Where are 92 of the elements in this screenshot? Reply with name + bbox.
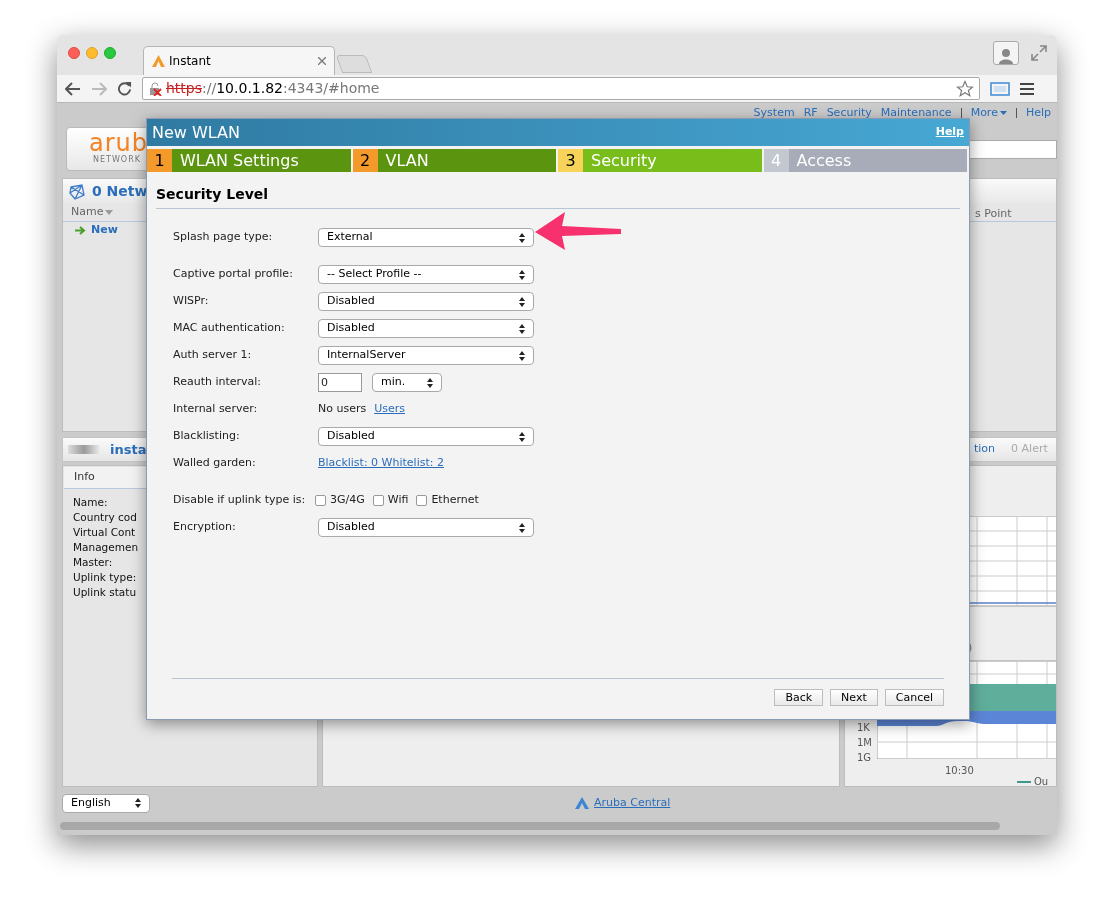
dropdown[interactable]: Disabled [318, 319, 534, 338]
alerts-count: 0 Alert [1011, 441, 1048, 458]
select-arrows-icon [519, 350, 525, 361]
forward-icon[interactable] [91, 81, 107, 96]
caret-icon [999, 111, 1007, 115]
minimize-window-icon[interactable] [86, 47, 98, 59]
menu-icon[interactable] [1020, 82, 1034, 95]
search-field[interactable] [967, 139, 1057, 159]
wizard-step[interactable]: 2 VLAN [352, 149, 556, 172]
language-dropdown[interactable]: English [62, 793, 150, 813]
url-separator: :// [202, 80, 217, 96]
close-tab-icon[interactable] [318, 57, 326, 65]
select-arrows-icon [519, 323, 525, 334]
arrow-right-icon [75, 226, 86, 235]
select-arrows-icon [427, 377, 433, 388]
logo-a-icon [152, 55, 165, 67]
field-label: Auth server 1: [173, 347, 253, 364]
wizard-step[interactable]: 3 Security [558, 149, 762, 172]
info-tab[interactable]: Info [74, 469, 95, 486]
axis-label: 1G [857, 751, 872, 765]
url-scheme: https [166, 80, 203, 96]
axis-label: 10:30 [945, 764, 974, 778]
dropdown[interactable]: Disabled [318, 292, 534, 311]
checkbox-label: Ethernet [431, 492, 479, 509]
select-arrows-icon [519, 522, 525, 533]
column-header[interactable]: s Point [975, 206, 1012, 223]
url-path: :4343/#home [283, 80, 380, 96]
field-label: Reauth interval: [173, 374, 263, 391]
browser-tab[interactable]: Instant [143, 46, 335, 75]
network-icon [68, 182, 86, 201]
sort-icon [105, 210, 114, 215]
section-title: Security Level [156, 186, 269, 202]
column-header[interactable]: Name [71, 204, 114, 221]
field-label: WISPr: [173, 293, 210, 310]
field-label: Disable if uplink type is: [173, 492, 307, 509]
dropdown[interactable]: InternalServer [318, 346, 534, 365]
network-link[interactable]: New [91, 222, 118, 239]
zoom-window-icon[interactable] [104, 47, 116, 59]
address-bar[interactable]: https://10.0.1.82:4343/#home [142, 77, 980, 100]
field-label: MAC authentication: [173, 320, 286, 337]
scrollbar-thumb[interactable] [60, 822, 1000, 830]
checkbox[interactable] [416, 495, 428, 506]
legend-label: Ou [1034, 775, 1049, 786]
cast-icon[interactable] [990, 80, 1010, 97]
legend-swatch [1017, 780, 1031, 783]
info-label: Uplink statu [73, 585, 137, 600]
axis-label: 1K [857, 721, 871, 735]
checkbox[interactable] [372, 495, 384, 506]
info-label: Country cod [73, 510, 137, 525]
select-arrows-icon [135, 798, 141, 808]
dropdown[interactable]: -- Select Profile -- [318, 265, 534, 284]
dialog-button[interactable]: Cancel [884, 689, 944, 706]
field-label: Internal server: [173, 401, 259, 418]
users-link[interactable]: Users [374, 401, 405, 418]
info-label: Managemen [73, 540, 139, 555]
checkbox-label: Wifi [387, 492, 409, 509]
logo-a-icon [575, 797, 589, 810]
select-arrows-icon [519, 269, 525, 280]
info-label: Virtual Cont [73, 525, 136, 540]
field-label: Encryption: [173, 519, 237, 536]
dialog-button[interactable]: Next [830, 689, 878, 706]
info-label: Master: [73, 555, 113, 570]
dropdown[interactable]: Disabled [318, 427, 534, 446]
field-value: No users [318, 401, 367, 418]
dropdown[interactable]: Disabled [318, 518, 534, 537]
info-label: Uplink type: [73, 570, 137, 585]
input-field[interactable]: 0 [318, 373, 362, 392]
new-tab-button[interactable] [335, 55, 373, 73]
dialog-button[interactable]: Back [774, 689, 824, 706]
profile-icon[interactable] [993, 41, 1019, 65]
back-icon[interactable] [65, 81, 81, 96]
axis-label: 1M [857, 736, 872, 750]
close-window-icon[interactable] [68, 47, 80, 59]
field-label: Splash page type: [173, 229, 274, 246]
info-label: Name: [73, 495, 108, 510]
select-arrows-icon [519, 232, 525, 243]
dropdown[interactable]: External [318, 228, 534, 247]
checkbox[interactable] [315, 495, 326, 506]
fullscreen-icon[interactable] [1031, 45, 1047, 61]
wizard-step[interactable]: 1 WLAN Settings [147, 149, 351, 172]
dialog-title-bar: New WLAN Help [147, 119, 969, 146]
unit-dropdown[interactable]: min. [372, 373, 442, 392]
select-arrows-icon [519, 431, 525, 442]
url-host: 10.0.1.82 [216, 80, 283, 96]
reload-icon[interactable] [117, 81, 132, 96]
select-arrows-icon [519, 296, 525, 307]
field-label: Captive portal profile: [173, 266, 294, 283]
configuration-link[interactable]: tion [974, 441, 996, 458]
device-icon [68, 445, 100, 454]
insecure-lock-icon [148, 81, 162, 96]
checkbox-label: 3G/4G [330, 492, 365, 509]
star-icon[interactable] [956, 79, 974, 98]
